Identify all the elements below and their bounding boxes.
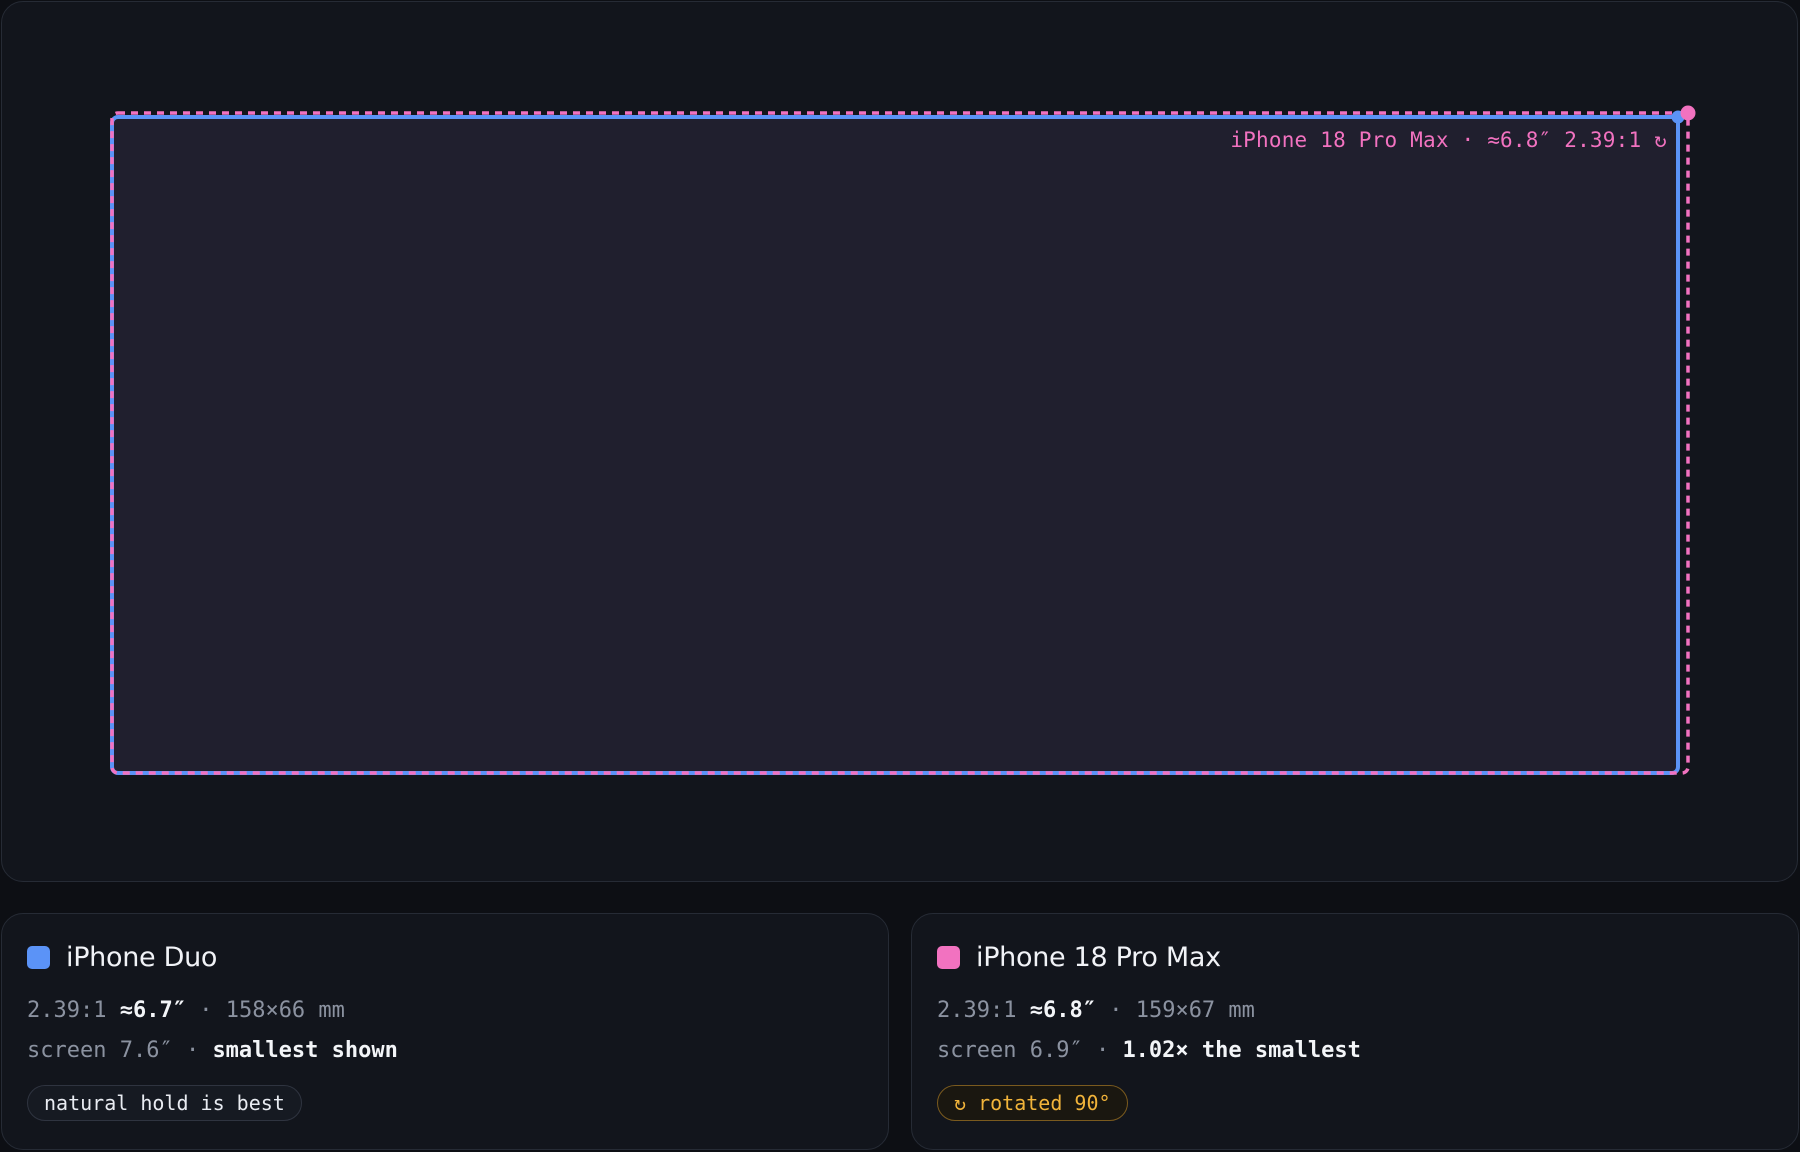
dimensions: · 159×67 mm <box>1109 998 1255 1023</box>
spec-line-screen: screen 6.9″ · 1.02× the smallest <box>937 1038 1361 1063</box>
spec-line-size: 2.39:1 ≈6.8″ · 159×67 mm <box>937 998 1255 1023</box>
overlay-device-label: iPhone 18 Pro Max · ≈6.8″ 2.39:1 ↻ <box>1230 128 1667 152</box>
iphone-18-pro-max-corner-dot <box>1680 105 1696 121</box>
pink-swatch-icon <box>937 946 960 969</box>
rotated-chip: ↻ rotated 90° <box>937 1085 1128 1121</box>
spec-line-screen: screen 7.6″ · smallest shown <box>27 1038 398 1063</box>
device-card-iphone-duo[interactable]: iPhone Duo 2.39:1 ≈6.7″ · 158×66 mm scre… <box>1 913 889 1150</box>
comparison-stage: iPhone 18 Pro Max · ≈6.8″ 2.39:1 ↻ <box>1 1 1798 882</box>
blue-swatch-icon <box>27 946 50 969</box>
device-name: iPhone 18 Pro Max <box>976 942 1221 973</box>
screen-size: screen 7.6″ · <box>27 1038 200 1063</box>
hold-chip: natural hold is best <box>27 1085 302 1121</box>
screen-size: screen 6.9″ · <box>937 1038 1110 1063</box>
aspect-ratio: 2.39:1 <box>27 998 107 1023</box>
device-name: iPhone Duo <box>66 942 218 973</box>
diagonal-size: ≈6.8″ <box>1029 998 1096 1023</box>
iphone-duo-outline <box>110 115 1680 775</box>
aspect-ratio: 2.39:1 <box>937 998 1017 1023</box>
device-card-iphone-18-pro-max[interactable]: iPhone 18 Pro Max 2.39:1 ≈6.8″ · 159×67 … <box>911 913 1799 1150</box>
spec-line-size: 2.39:1 ≈6.7″ · 158×66 mm <box>27 998 345 1023</box>
size-note: smallest shown <box>212 1038 398 1063</box>
size-note: 1.02× the smallest <box>1122 1038 1361 1063</box>
diagonal-size: ≈6.7″ <box>119 998 186 1023</box>
dimensions: · 158×66 mm <box>199 998 345 1023</box>
